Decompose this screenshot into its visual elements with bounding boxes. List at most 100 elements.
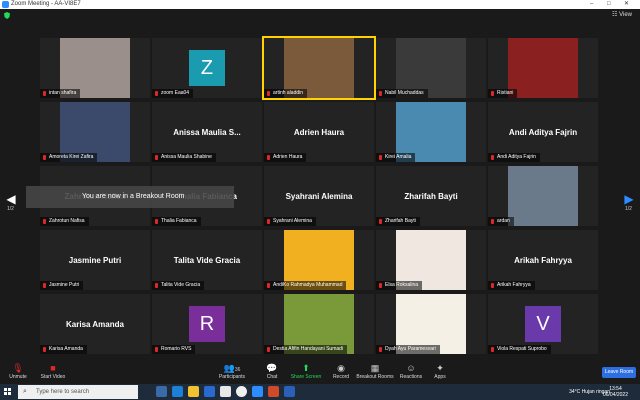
file-explorer-icon[interactable]: [188, 386, 199, 397]
participant-tile[interactable]: Jasmine Putri Jasmine Putri: [40, 230, 150, 290]
powerpoint-icon[interactable]: [268, 386, 279, 397]
muted-mic-icon: [491, 283, 494, 288]
chat-icon: 💬: [266, 363, 278, 373]
participant-tile[interactable]: Arikah Fahryya Arikah Fahryya: [488, 230, 598, 290]
page-indicator-left: 1/2: [7, 206, 14, 212]
participant-avatar: V: [525, 306, 561, 342]
participant-tile[interactable]: Dyah Ayu Paramesvari: [376, 294, 486, 354]
chat-button[interactable]: 💬 Chat: [262, 362, 282, 384]
participant-tile[interactable]: intan shafira: [40, 38, 150, 98]
muted-mic-icon: [155, 91, 158, 96]
zoom-taskbar-icon[interactable]: [252, 386, 263, 397]
participant-tile[interactable]: Adrien Haura Adrien Haura: [264, 102, 374, 162]
participant-tile[interactable]: AndiKo Rahmadya Muhammad: [264, 230, 374, 290]
participant-tile[interactable]: Zzoom Eaa04: [152, 38, 262, 98]
reactions-button[interactable]: ☺ Reactions: [398, 362, 424, 384]
minimize-button[interactable]: –: [590, 0, 593, 9]
muted-mic-icon: [155, 155, 158, 160]
muted-mic-icon: [491, 347, 494, 352]
zoom-app-icon: [2, 1, 9, 8]
taskbar-search-input[interactable]: ⌕ Type here to search: [18, 385, 138, 399]
record-label: Record: [332, 374, 350, 380]
muted-mic-icon: [43, 91, 46, 96]
word-icon[interactable]: [284, 386, 295, 397]
share-screen-label: Share Screen: [290, 374, 322, 380]
start-video-label: Start Video: [40, 374, 66, 380]
share-screen-icon: ⬆: [302, 363, 310, 373]
participant-tile[interactable]: Syahrani Alemina Syahrani Alemina: [264, 166, 374, 226]
muted-mic-icon: [155, 283, 158, 288]
participant-name-label: Nabil Muchaddas: [376, 89, 428, 98]
participant-name-label: Dyah Ayu Paramesvari: [376, 345, 440, 354]
participant-tile[interactable]: Karisa Amanda Karisa Amanda: [40, 294, 150, 354]
participant-display-name: Arikah Fahryya: [514, 256, 572, 265]
participant-avatar: Z: [189, 50, 225, 86]
participant-tile[interactable]: Ristiani: [488, 38, 598, 98]
task-view-icon[interactable]: [156, 386, 167, 397]
participant-tile[interactable]: Nabil Muchaddas: [376, 38, 486, 98]
view-button[interactable]: ☷ View: [612, 11, 632, 18]
windows-start-icon[interactable]: [4, 388, 12, 396]
participant-name-label: artinh aladdin: [264, 89, 308, 98]
participant-tile[interactable]: Kirei Amalia: [376, 102, 486, 162]
muted-mic-icon: [267, 91, 270, 96]
apps-icon: ✦: [436, 363, 444, 373]
muted-mic-icon: [43, 219, 46, 224]
participant-tile[interactable]: Elsa Roksalina: [376, 230, 486, 290]
clock-date: 06/04/2022: [602, 392, 628, 398]
mail-icon[interactable]: [204, 386, 215, 397]
start-video-button[interactable]: ■ Start Video: [38, 362, 68, 384]
participant-tile[interactable]: Andi Aditya Fajrin Andi Aditya Fajrin: [488, 102, 598, 162]
participant-name-label: Thalia Fabianca: [152, 217, 201, 226]
muted-mic-icon: [155, 347, 158, 352]
muted-mic-icon: [491, 91, 494, 96]
participant-tile[interactable]: artinh aladdin: [262, 36, 376, 100]
participant-name-label: Karisa Amanda: [40, 345, 87, 354]
participant-name-label: Amoreta Kirei Zafira: [40, 153, 98, 162]
apps-button[interactable]: ✦ Apps: [430, 362, 450, 384]
participant-tile[interactable]: V Viola Respati Suprobo: [488, 294, 598, 354]
prev-page-arrow-icon[interactable]: ◀: [6, 192, 16, 206]
share-screen-button[interactable]: ⬆ Share Screen: [290, 362, 322, 384]
microphone-muted-icon: 🎙: [12, 363, 24, 373]
participants-button[interactable]: 👥36 Participants: [216, 362, 248, 384]
breakout-rooms-icon: ▦: [370, 363, 380, 373]
participant-display-name: Karisa Amanda: [66, 320, 124, 329]
leave-room-button[interactable]: Leave Room: [602, 367, 636, 378]
participant-tile[interactable]: Anissa Maulia S... Anissa Maulia Shabine: [152, 102, 262, 162]
meeting-topbar: [0, 9, 640, 26]
muted-mic-icon: [379, 347, 382, 352]
participant-name-label: zoom Eaa04: [152, 89, 194, 98]
view-label: View: [619, 12, 632, 18]
breakout-rooms-button[interactable]: ▦ Breakout Rooms: [356, 362, 394, 384]
participant-tile[interactable]: Zharifah Bayti Zharifah Bayti: [376, 166, 486, 226]
participants-icon: 👥36: [223, 363, 241, 373]
muted-mic-icon: [379, 155, 382, 160]
participant-name-label: AndiKo Rahmadya Muhammad: [264, 281, 347, 290]
participant-tile[interactable]: Destia Afifin Handayani Sumadi: [264, 294, 374, 354]
participant-tile[interactable]: Talita Vide Gracia Talita Vide Gracia: [152, 230, 262, 290]
search-icon: ⌕: [23, 388, 27, 395]
chrome-icon[interactable]: [236, 386, 247, 397]
participant-name-label: Romario RVS: [152, 345, 196, 354]
participant-name-label: Talita Vide Gracia: [152, 281, 205, 290]
next-page-arrow-icon[interactable]: ▶: [624, 192, 634, 206]
participants-label: Participants: [218, 374, 246, 380]
participant-tile[interactable]: R Romario RVS: [152, 294, 262, 354]
window-titlebar: Zoom Meeting - AA-VI8E7 – □ ✕: [0, 0, 640, 9]
close-button[interactable]: ✕: [624, 0, 629, 9]
record-button[interactable]: ◉ Record: [330, 362, 352, 384]
unmute-button[interactable]: 🎙 Unmute: [6, 362, 30, 384]
muted-mic-icon: [491, 219, 494, 224]
taskbar-clock[interactable]: 13:54 06/04/2022: [603, 386, 628, 398]
reactions-label: Reactions: [399, 374, 423, 380]
participant-display-name: Andi Aditya Fajrin: [508, 128, 578, 137]
edge-browser-icon[interactable]: [172, 386, 183, 397]
maximize-button[interactable]: □: [607, 0, 611, 9]
store-icon[interactable]: [220, 386, 231, 397]
participant-avatar: R: [189, 306, 225, 342]
breakout-room-notice: You are now in a Breakout Room: [26, 186, 234, 208]
participant-display-name: Adrien Haura: [293, 128, 345, 137]
participant-tile[interactable]: ardan: [488, 166, 598, 226]
participant-tile[interactable]: Amoreta Kirei Zafira: [40, 102, 150, 162]
